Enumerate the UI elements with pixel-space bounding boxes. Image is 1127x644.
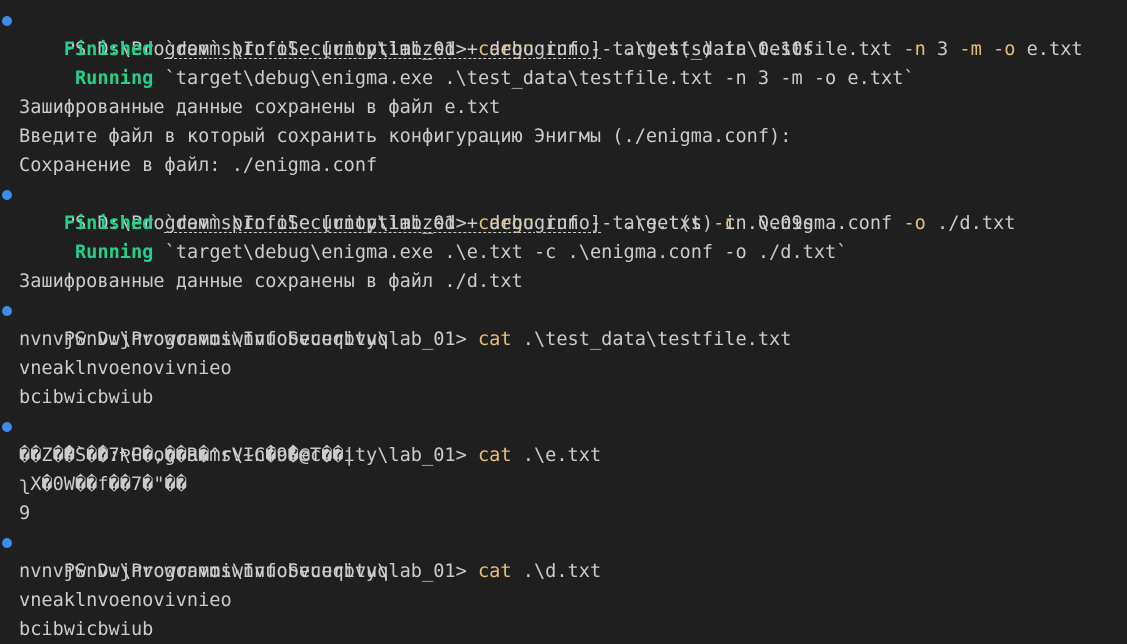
circle-dot-icon	[2, 306, 12, 316]
output-line: Введите файл в который сохранить конфигу…	[19, 126, 792, 147]
running-line: Running `target\debug\enigma.exe .\e.txt…	[19, 238, 1127, 267]
output-line: ��Z��`��7ⱣG�,��R�^rV~C�9�@T��|	[19, 445, 355, 466]
profile-text[interactable]: `dev` profile [unoptimized + debuginfo]	[165, 39, 602, 60]
finished-label: Finished	[63, 213, 154, 234]
finished-line: Finished `dev` profile [unoptimized + de…	[19, 35, 1127, 64]
circle-dot-icon	[2, 16, 12, 26]
output-line: vneaklnvoenovivnieo	[19, 590, 232, 611]
terminal[interactable]: PS D:\Programms\InfoSecurity\lab_01> car…	[0, 0, 1127, 642]
running-text: `target\debug\enigma.exe .\test_data\tes…	[164, 68, 915, 89]
output-line: nvnvjwnvwjnvowonvoiwnvuobvueqbvuq	[19, 561, 389, 582]
output-line: vneaklnvoenovivnieo	[19, 358, 232, 379]
target-text: target(s) in 0.09s	[612, 213, 814, 234]
circle-dot-icon	[2, 190, 12, 200]
circle-dot-icon	[2, 538, 12, 548]
output-line: Зашифрованные данные сохранены в файл e.…	[19, 97, 501, 118]
circle-dot-icon	[2, 422, 12, 432]
output-line: Зашифрованные данные сохранены в файл ./…	[19, 271, 523, 292]
running-line: Running `target\debug\enigma.exe .\test_…	[19, 64, 1127, 93]
prompt-line[interactable]: PS D:\Programms\InfoSecurity\lab_01> car…	[2, 180, 1127, 234]
profile-text[interactable]: `dev` profile [unoptimized + debuginfo]	[165, 213, 602, 234]
finished-line: Finished `dev` profile [unoptimized + de…	[19, 209, 1127, 238]
running-label: Running	[74, 68, 154, 89]
prompt-line[interactable]: PS D:\Programms\InfoSecurity\lab_01> cat…	[2, 528, 1127, 582]
prompt-line[interactable]: PS D:\Programms\InfoSecurity\lab_01> cat…	[2, 296, 1127, 350]
running-label: Running	[74, 242, 154, 263]
output-line: ʅX�0W��f��7�"��	[19, 474, 187, 495]
finished-label: Finished	[63, 39, 154, 60]
prompt-line[interactable]: PS D:\Programms\InfoSecurity\lab_01> car…	[2, 6, 1127, 60]
prompt-line[interactable]: PS D:\Programms\InfoSecurity\lab_01> cat…	[2, 412, 1127, 466]
output-line: bcibwicbwiub	[19, 619, 154, 640]
output-line: 9	[19, 503, 31, 524]
output-line: Сохранение в файл: ./enigma.conf	[19, 155, 378, 176]
output-line: nvnvjwnvwjnvowonvoiwnvuobvueqbvuq	[19, 329, 389, 350]
running-text: `target\debug\enigma.exe .\e.txt -c .\en…	[164, 242, 848, 263]
output-line: bcibwicbwiub	[19, 387, 154, 408]
target-text: target(s) in 0.10s	[612, 39, 814, 60]
